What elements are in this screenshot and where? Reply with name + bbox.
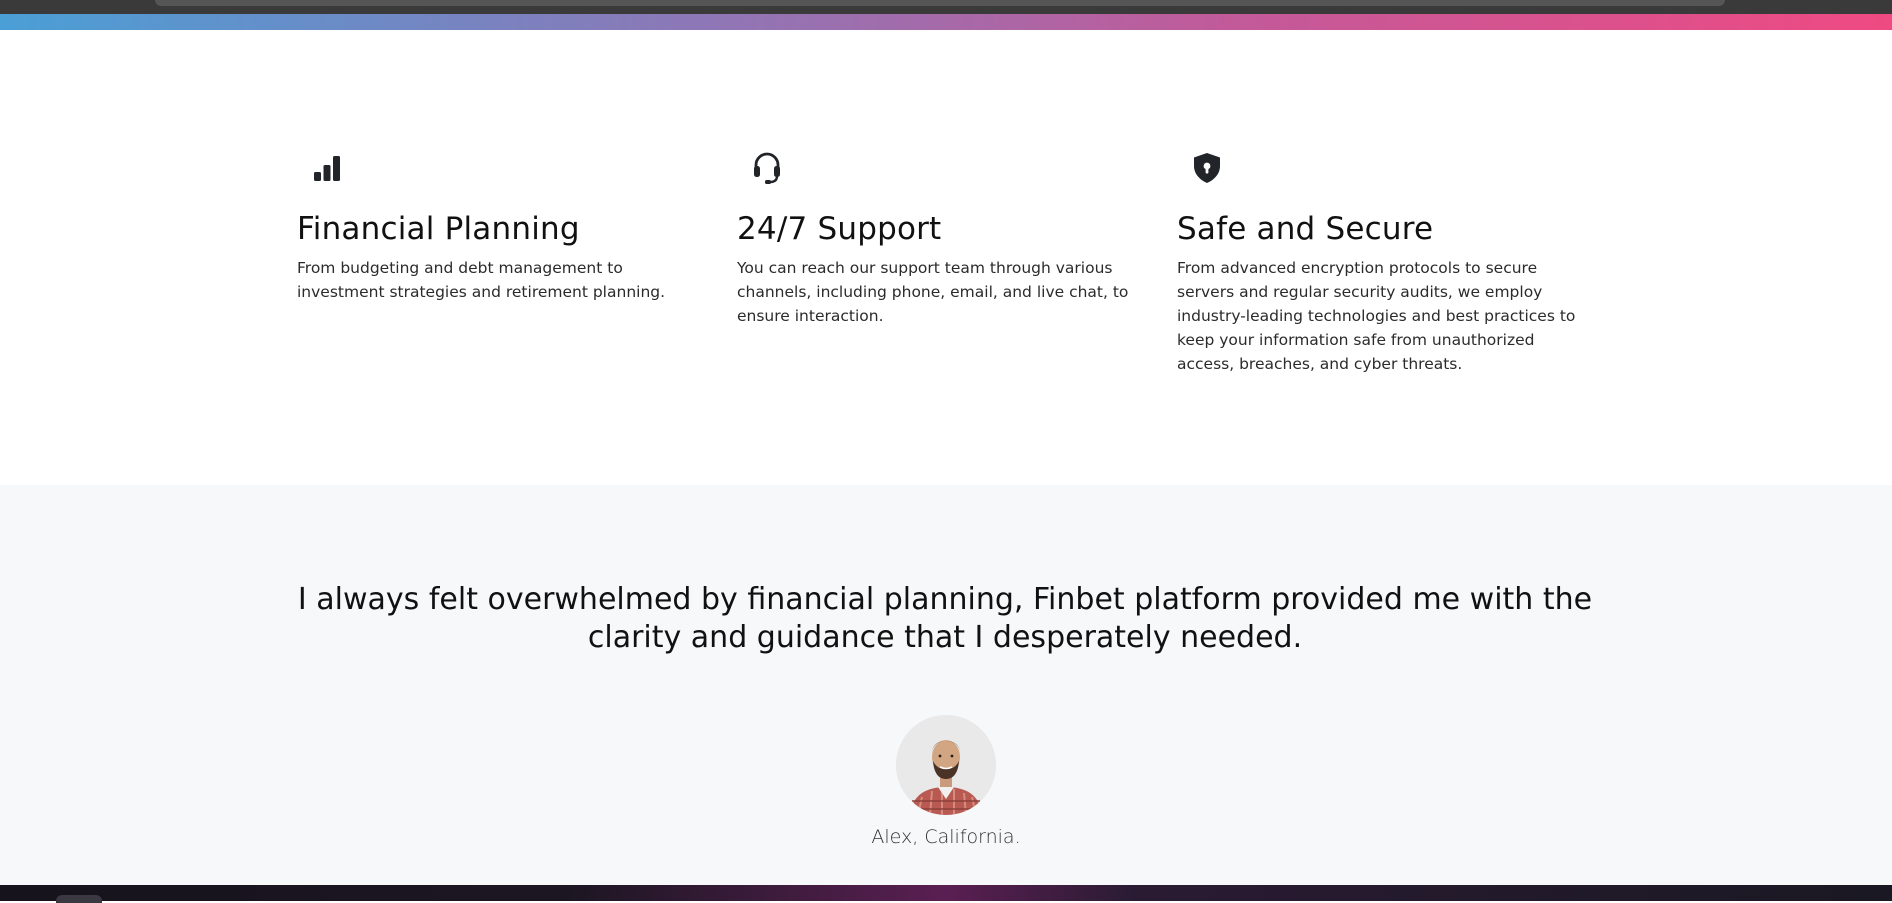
- feature-financial-planning: Financial Planning From budgeting and de…: [297, 140, 717, 304]
- features-section: Financial Planning From budgeting and de…: [0, 30, 1892, 485]
- feature-support: 24/7 Support You can reach our support t…: [737, 140, 1157, 328]
- bar-chart-icon: [299, 140, 355, 196]
- footer-tab[interactable]: [56, 895, 102, 903]
- feature-title: Financial Planning: [297, 211, 580, 247]
- footer-strip: [0, 885, 1892, 903]
- testimonial-author: Alex, California.: [871, 826, 1021, 848]
- testimonial-quote: I always felt overwhelmed by financial p…: [297, 582, 1593, 655]
- feature-title: Safe and Secure: [1177, 211, 1434, 247]
- feature-description: You can reach our support team through v…: [737, 259, 1129, 325]
- testimonial-section: I always felt overwhelmed by financial p…: [0, 485, 1892, 885]
- headset-icon: [739, 140, 795, 196]
- shield-lock-icon: [1179, 140, 1235, 196]
- header-gradient-strip: [0, 14, 1892, 30]
- feature-description: From budgeting and debt management to in…: [297, 259, 666, 301]
- feature-security: Safe and Secure From advanced encryption…: [1177, 140, 1597, 376]
- feature-description: From advanced encryption protocols to se…: [1177, 259, 1576, 373]
- avatar: [896, 715, 996, 815]
- address-bar-edge[interactable]: [155, 0, 1725, 6]
- feature-title: 24/7 Support: [737, 211, 942, 247]
